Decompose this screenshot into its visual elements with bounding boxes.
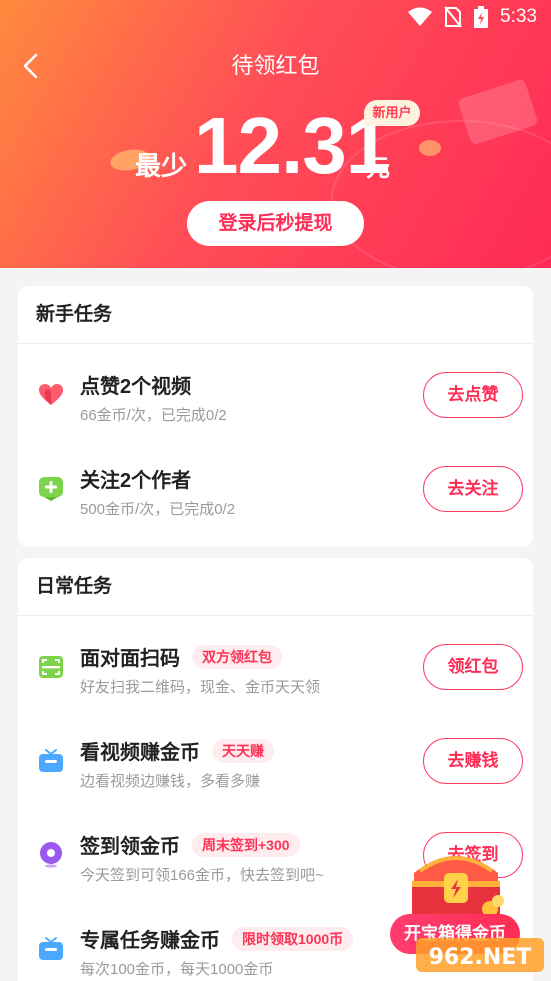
login-withdraw-button[interactable]: 登录后秒提现	[187, 201, 364, 246]
task-name: 关注2个作者	[80, 470, 192, 492]
task-tag: 周末签到+300	[192, 833, 300, 857]
new-user-badge: 新用户	[364, 100, 420, 126]
status-bar: 5:33	[0, 0, 551, 36]
task-name: 面对面扫码 双方领红包	[80, 642, 282, 671]
scan-icon	[39, 656, 63, 678]
task-name: 专属任务赚金币 限时领取1000币	[80, 924, 354, 953]
task-desc: 今天签到可领166金币，快去签到吧~	[80, 867, 324, 884]
scan-task-button[interactable]: 领红包	[423, 644, 523, 690]
location-icon	[40, 842, 62, 868]
watch-video-button[interactable]: 去赚钱	[423, 738, 523, 784]
tv-icon	[39, 749, 63, 772]
heart-icon	[39, 384, 63, 405]
task-desc: 每次100金币，每天1000金币	[80, 961, 274, 978]
task-name: 签到领金币 周末签到+300	[80, 830, 300, 859]
amount-prefix: 最少	[135, 151, 188, 181]
task-tag: 限时领取1000币	[232, 927, 354, 951]
task-name: 点赞2个视频	[80, 376, 192, 398]
section-title: 日常任务	[18, 558, 533, 616]
tv-icon	[39, 937, 63, 960]
battery-icon	[474, 6, 489, 28]
task-item: 面对面扫码 双方领红包 好友扫我二维码，现金、金币天天领 领红包	[18, 634, 533, 714]
newbie-task-card: 新手任务 点赞2个视频 66金币/次，已完成0/2 去点赞 关注2个作者 500…	[18, 286, 533, 547]
amount-row: 最少 12.31 元	[0, 100, 551, 190]
site-watermark: 962.NET	[416, 938, 544, 972]
amount-unit: 元	[366, 155, 390, 182]
task-item: 看视频赚金币 天天赚 边看视频边赚钱，多看多赚 去赚钱	[18, 728, 533, 808]
task-item: 关注2个作者 500金币/次，已完成0/2 去关注	[18, 456, 533, 536]
task-desc: 好友扫我二维码，现金、金币天天领	[80, 679, 321, 696]
task-desc: 边看视频边赚钱，多看多赚	[80, 773, 261, 790]
task-name: 看视频赚金币 天天赚	[80, 736, 274, 765]
svg-text:962.NET: 962.NET	[429, 945, 532, 970]
follow-icon	[39, 477, 63, 501]
task-item: 点赞2个视频 66金币/次，已完成0/2 去点赞	[18, 362, 533, 442]
status-time: 5:33	[500, 6, 537, 27]
section-title: 新手任务	[18, 286, 533, 344]
wifi-icon	[408, 7, 433, 26]
like-task-button[interactable]: 去点赞	[423, 372, 523, 418]
task-tag: 天天赚	[212, 739, 274, 763]
no-sim-icon	[444, 6, 462, 28]
task-tag: 双方领红包	[192, 645, 282, 669]
task-desc: 66金币/次，已完成0/2	[80, 407, 227, 424]
page-title: 待领红包	[231, 53, 320, 78]
follow-task-button[interactable]: 去关注	[423, 466, 523, 512]
amount-value: 12.31	[194, 101, 390, 190]
header-banner: 5:33 待领红包 最少 12.31 元 新用户 登录后秒提现	[0, 0, 551, 268]
task-desc: 500金币/次，已完成0/2	[80, 501, 236, 518]
